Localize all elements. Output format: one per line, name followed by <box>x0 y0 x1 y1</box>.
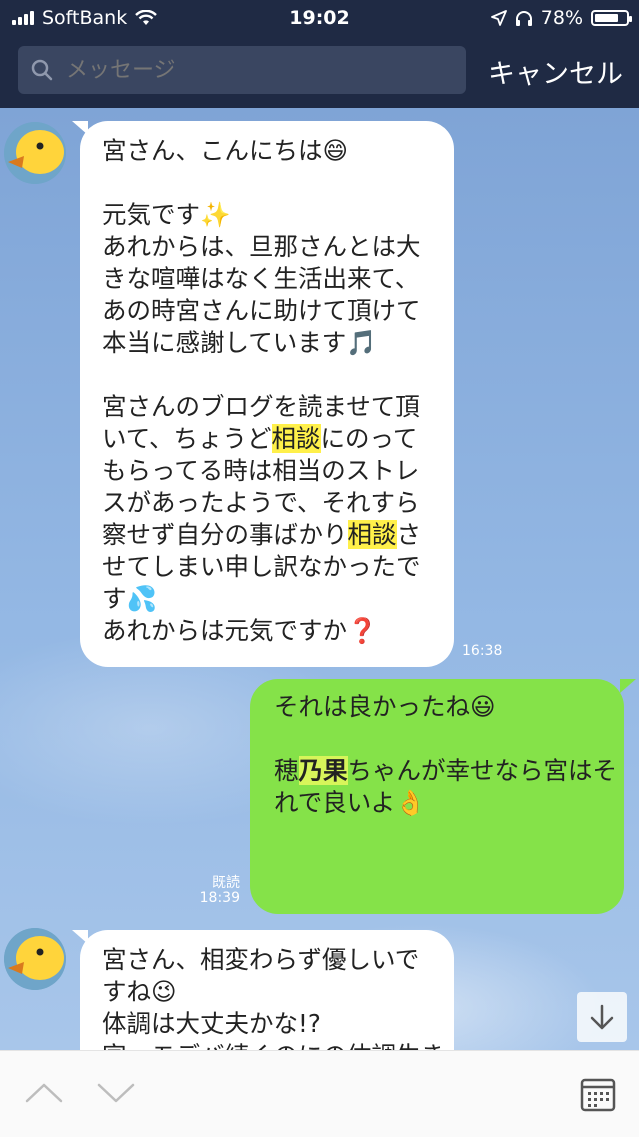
message-line: 本当に感謝しています🎵 <box>102 328 377 357</box>
battery-fill <box>595 14 619 22</box>
duck-icon <box>4 928 66 990</box>
message-time: 18:39 <box>199 890 240 906</box>
status-bar: SoftBank 19:02 78% <box>0 0 639 36</box>
search-highlight: 相談 <box>271 424 321 453</box>
message-line: 宮さん、相変わらず優しいで <box>102 945 420 974</box>
message-text: それは良かったね😃 穂乃果ちゃんが幸せなら宮はそ れで良いよ👌 <box>274 691 617 819</box>
avatar[interactable] <box>4 928 66 990</box>
message-line: 宮さんのブログを読ませて頂 <box>102 392 420 421</box>
bubble-tail <box>72 930 88 944</box>
message-line <box>102 167 436 199</box>
message-line: それは良かったね😃 <box>274 692 496 721</box>
message-time: 16:38 <box>462 643 503 659</box>
bubble-tail <box>620 679 636 693</box>
message-line: いて、ちょうど相談にのって <box>102 424 418 453</box>
message-bubble-outgoing[interactable]: それは良かったね😃 穂乃果ちゃんが幸せなら宮はそ れで良いよ👌 <box>250 679 624 914</box>
battery-icon <box>591 10 632 26</box>
search-icon <box>31 59 53 81</box>
avatar[interactable] <box>4 122 66 184</box>
message-line: 穂乃果ちゃんが幸せなら宮はそ <box>274 756 617 785</box>
message-line: あれからは、旦那さんとは大 <box>102 232 421 261</box>
cancel-button[interactable]: キャンセル <box>488 52 623 91</box>
headphones-icon <box>515 11 532 26</box>
search-highlight: 相談 <box>347 520 397 549</box>
search-box[interactable] <box>18 46 466 94</box>
message-bubble-incoming[interactable]: 宮さん、こんにちは😄 元気です✨ あれからは、旦那さんとは大 きな喧嘩はなく生活出来… <box>80 121 454 667</box>
duck-icon <box>4 122 66 184</box>
chevron-down-icon[interactable] <box>96 1081 136 1105</box>
message-line: あの時宮さんに助けて頂けて <box>102 296 421 325</box>
search-input[interactable] <box>64 56 448 84</box>
search-header: キャンセル <box>0 36 639 108</box>
location-arrow-icon <box>490 10 507 26</box>
scroll-to-bottom-button[interactable] <box>577 992 627 1042</box>
message-line: もらってる時は相当のストレ <box>102 456 420 485</box>
message-text: 宮さん、こんにちは😄 元気です✨ あれからは、旦那さんとは大 きな喧嘩はなく生活出来… <box>102 135 436 647</box>
bubble-tail <box>72 121 88 135</box>
message-line: スがあったようで、それすら <box>102 488 420 517</box>
search-nav-bar <box>0 1050 639 1137</box>
read-receipt: 既読 <box>212 875 240 891</box>
message-line: 察せず自分の事ばかり相談さ <box>102 520 421 549</box>
message-line <box>274 723 606 755</box>
chevron-up-icon[interactable] <box>24 1081 64 1105</box>
message-line: 元気です✨ <box>102 200 231 229</box>
calendar-icon[interactable] <box>579 1075 617 1113</box>
message-line: きな喧嘩はなく生活出来て、 <box>102 264 420 293</box>
message-line: 宮さん、こんにちは😄 <box>102 136 349 165</box>
message-line <box>102 359 436 391</box>
message-line: れで良いよ👌 <box>274 788 426 817</box>
message-line: あれからは元気ですか❓ <box>102 616 378 645</box>
message-line: 体調は大丈夫かな!? <box>102 1009 321 1038</box>
message-line: すね😉 <box>102 977 177 1006</box>
message-line: す💦 <box>102 584 158 613</box>
battery-percent: 78% <box>540 7 583 29</box>
search-highlight: 乃果 <box>298 756 348 785</box>
arrow-down-icon <box>590 1004 614 1030</box>
message-line: せてしまい申し訳なかったで <box>102 552 421 581</box>
